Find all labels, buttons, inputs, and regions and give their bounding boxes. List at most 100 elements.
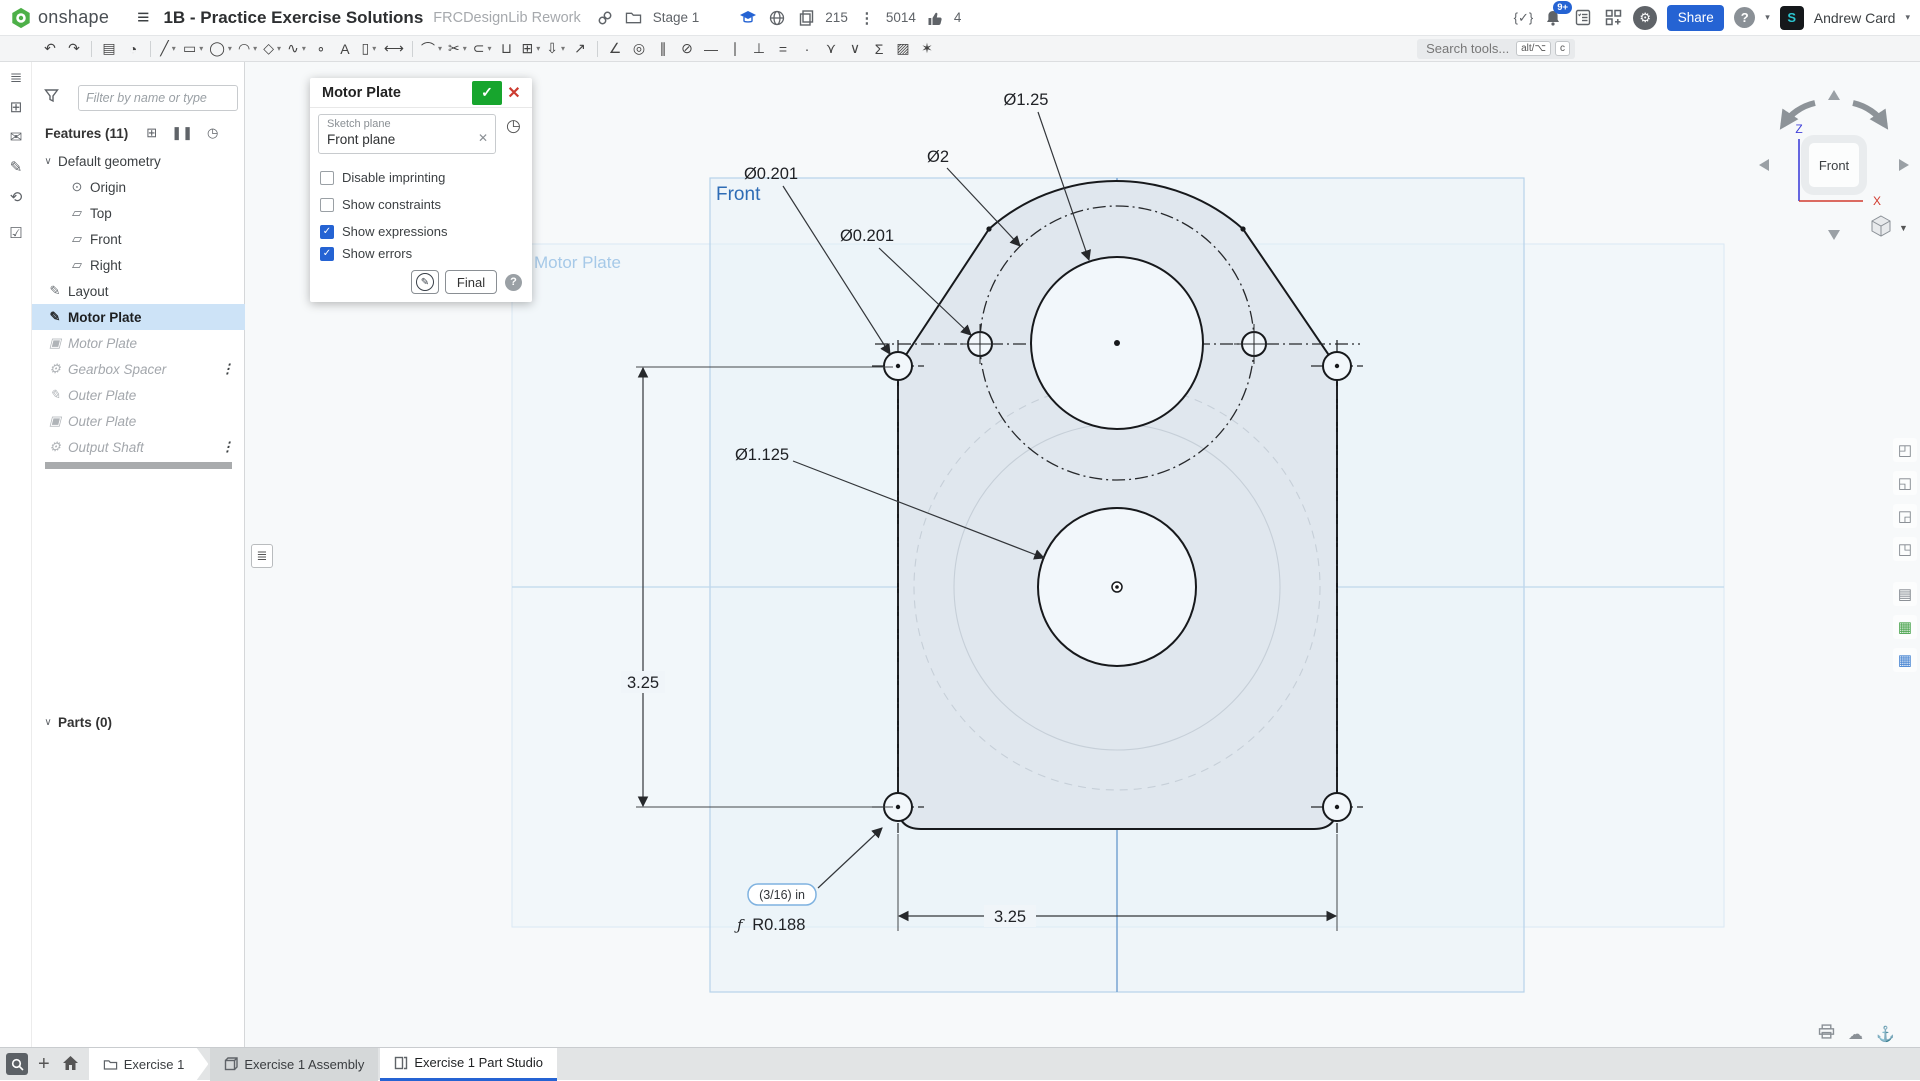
tool-search-input[interactable] [1426, 41, 1512, 56]
comments-icon[interactable]: ✉ [0, 122, 32, 152]
share-button[interactable]: Share [1667, 5, 1724, 31]
chevron-down-icon[interactable]: ∨ [38, 156, 58, 167]
notifications-icon[interactable]: 9+ [1543, 8, 1563, 28]
filter-input[interactable] [78, 85, 238, 111]
curvature-comb-tool[interactable]: ✶ [915, 38, 939, 60]
checkbox-icon[interactable] [320, 198, 334, 212]
sketch-mode-button[interactable]: ✎ [411, 270, 439, 294]
feature-state-icon[interactable]: ◷ [506, 116, 521, 136]
confirm-button[interactable]: ✓ [472, 81, 502, 105]
insert-icon[interactable]: ⊞ [0, 92, 32, 122]
dimension-tool[interactable]: ⟷ [381, 38, 407, 60]
view-cube[interactable]: Front Z X ▼ [1753, 83, 1918, 248]
dimension-bolt-circle[interactable]: Ø2 [927, 148, 949, 166]
feature-item-right-plane[interactable]: Right [32, 252, 245, 278]
sketch-plane-field[interactable]: Sketch plane Front plane ✕ [318, 114, 496, 154]
followers-icon[interactable]: ⋮ [857, 8, 877, 28]
pattern-tool[interactable]: ⊞ [519, 38, 544, 60]
checkbox-icon[interactable] [320, 247, 334, 261]
option-show-constraints[interactable]: Show constraints [320, 197, 441, 212]
rectangle-tool[interactable]: ▭ [180, 38, 206, 60]
thumbs-up-icon[interactable] [925, 8, 945, 28]
help-icon[interactable]: ? [1734, 7, 1755, 28]
display-states-icon[interactable]: ◳ [1893, 537, 1917, 561]
fillet-tool[interactable]: ⌒ [418, 38, 445, 60]
checklist-icon[interactable]: ☑ [0, 218, 32, 248]
dimension-bc-hole[interactable]: Ø0.201 [840, 227, 894, 245]
feature-item-output-shaft[interactable]: Output Shaft ⋮ [32, 434, 245, 460]
symmetric-constraint[interactable]: ⋎ [819, 38, 843, 60]
arc-tool[interactable]: ◠ [235, 38, 260, 60]
rollback-history-icon[interactable]: ◷ [207, 125, 218, 141]
feature-item-origin[interactable]: Origin [32, 174, 245, 200]
feature-item-motor-plate-extrude[interactable]: Motor Plate [32, 330, 245, 356]
isolate-icon[interactable]: ◰ [1893, 438, 1917, 462]
dimension-height[interactable]: 3.25 [627, 674, 659, 692]
front-plane-label[interactable]: Front [716, 184, 761, 205]
rotate-up-arrow[interactable] [1828, 90, 1840, 100]
concentric-constraint[interactable]: ◎ [627, 38, 651, 60]
polygon-tool[interactable]: ◇ [260, 38, 284, 60]
constraints-display-tool[interactable]: Σ [867, 38, 891, 60]
chevron-down-icon[interactable]: ∨ [38, 717, 58, 728]
horizontal-constraint[interactable]: — [699, 38, 723, 60]
circle-tool[interactable]: ◯ [206, 38, 235, 60]
redo-button[interactable]: ↷ [62, 38, 86, 60]
tangent-constraint[interactable]: ⊘ [675, 38, 699, 60]
line-tool[interactable]: ╱ [156, 38, 180, 60]
dimension-fillet[interactable]: ƒ R0.188 [734, 916, 805, 934]
folder-location[interactable]: Stage 1 [653, 10, 700, 25]
vertex-point[interactable] [986, 226, 991, 231]
text-tool[interactable]: A [333, 38, 357, 60]
view-menu-caret-icon[interactable]: ▼ [1899, 223, 1908, 233]
rotate-right-arrow[interactable] [1899, 159, 1909, 171]
history-icon[interactable]: ⟲ [0, 182, 32, 212]
option-show-expressions[interactable]: Show expressions [320, 224, 448, 239]
dimension-center-hole[interactable]: Ø1.125 [735, 446, 789, 464]
import-dxf-tool[interactable]: ⇩ [543, 38, 568, 60]
menu-icon[interactable]: ≡ [137, 6, 149, 30]
feature-menu-icon[interactable]: ⋮ [221, 361, 233, 377]
measure-tool[interactable]: ↗ [568, 38, 592, 60]
tab-exercise-1[interactable]: Exercise 1 [89, 1048, 209, 1081]
onshape-logo[interactable]: onshape [10, 7, 109, 29]
undo-button[interactable]: ↶ [38, 38, 62, 60]
feature-item-outer-plate-extrude[interactable]: Outer Plate [32, 408, 245, 434]
printer-icon[interactable] [1818, 1024, 1835, 1043]
view-cube-face-label[interactable]: Front [1819, 158, 1850, 173]
link-icon[interactable] [595, 8, 615, 28]
tab-search-button[interactable] [6, 1053, 28, 1075]
feature-item-layout[interactable]: Layout [32, 278, 245, 304]
rotate-left-arrow[interactable] [1759, 159, 1769, 171]
checkbox-icon[interactable] [320, 171, 334, 185]
parts-header[interactable]: ∨ Parts (0) [32, 715, 112, 730]
copies-icon[interactable] [796, 8, 816, 28]
feature-item-gearbox-spacer[interactable]: Gearbox Spacer ⋮ [32, 356, 245, 382]
tab-exercise-1-part-studio[interactable]: Exercise 1 Part Studio [380, 1048, 557, 1081]
feature-list-popout-button[interactable]: ≣ [251, 544, 273, 568]
vertex-point[interactable] [1240, 226, 1245, 231]
mirror-tool[interactable]: ⊔ [495, 38, 519, 60]
anchor-icon[interactable]: ⚓ [1876, 1025, 1895, 1043]
dimension-corner-hole[interactable]: Ø0.201 [744, 165, 798, 183]
curvature-constraint[interactable]: ∨ [843, 38, 867, 60]
panel-green-icon[interactable]: ▦ [1893, 615, 1917, 639]
tool-search[interactable]: alt/⌥ c [1417, 39, 1575, 59]
document-title[interactable]: 1B - Practice Exercise Solutions [163, 8, 423, 28]
option-disable-imprinting[interactable]: Disable imprinting [320, 170, 445, 185]
add-folder-icon[interactable]: ⊞ [146, 125, 157, 141]
checkbox-icon[interactable] [320, 225, 334, 239]
feature-item-outer-plate-sketch[interactable]: Outer Plate [32, 382, 245, 408]
sketch-plane-label[interactable]: Motor Plate [534, 253, 621, 272]
avatar[interactable]: S [1780, 6, 1804, 30]
learning-icon[interactable] [738, 8, 758, 28]
help-caret-icon[interactable]: ▾ [1765, 12, 1770, 23]
feature-menu-icon[interactable]: ⋮ [221, 439, 233, 455]
suspend-icon[interactable]: ❚❚ [171, 125, 193, 141]
tab-exercise-1-assembly[interactable]: Exercise 1 Assembly [210, 1048, 378, 1081]
cloud-icon[interactable]: ☁ [1848, 1025, 1863, 1043]
ai-advisor-icon[interactable]: ⚙ [1633, 6, 1657, 30]
parallel-constraint[interactable]: ∥ [651, 38, 675, 60]
rollback-bar[interactable] [45, 462, 232, 469]
vertical-constraint[interactable]: ∣ [723, 38, 747, 60]
